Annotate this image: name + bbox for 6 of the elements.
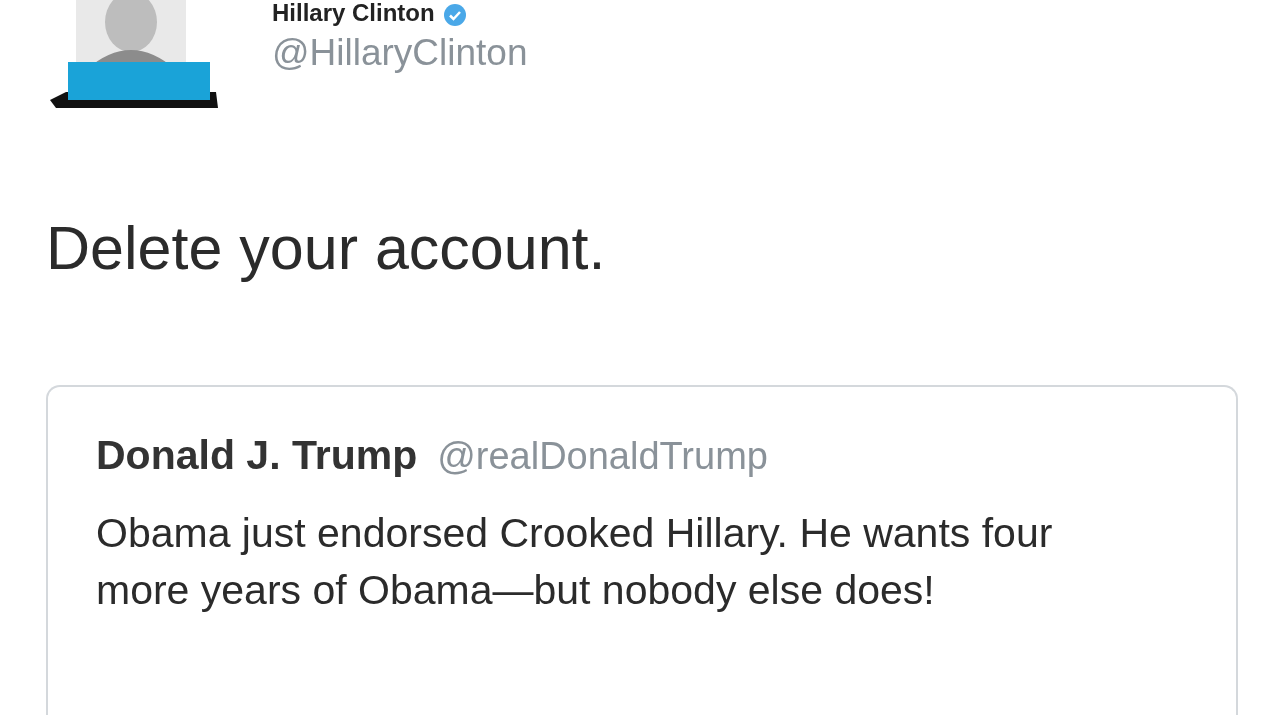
quoted-tweet-text: Obama just endorsed Crooked Hillary. He wants four more years of Obama—but nobody else does! (96, 508, 1054, 615)
tweet-text: Delete your account. (46, 213, 607, 284)
quoted-tweet-card[interactable]: Donald J. Trump @realDonaldTrump Obama just endorsed Crooked Hillary. He wants four more years of Obama—but nobody else does! (46, 385, 1238, 716)
quoted-author-handle: @realDonaldTrump (437, 434, 768, 480)
quoted-author-name: Donald J. Trump (96, 431, 418, 481)
author-name[interactable]: Hillary Clinton (272, 0, 435, 27)
